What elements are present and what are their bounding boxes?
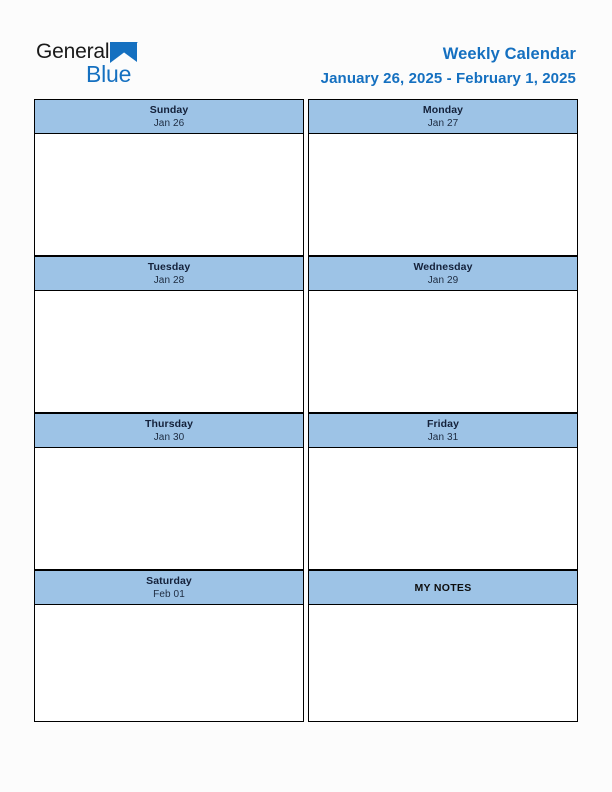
notes-cell[interactable]: MY NOTES [308, 570, 578, 722]
day-cell-saturday[interactable]: Saturday Feb 01 [34, 570, 304, 722]
day-header-friday: Friday Jan 31 [308, 413, 578, 448]
day-body-monday[interactable] [308, 134, 578, 256]
day-name-label: Tuesday [147, 261, 191, 273]
day-body-friday[interactable] [308, 448, 578, 570]
notes-body[interactable] [308, 605, 578, 722]
weekly-calendar-page: General Blue Weekly Calendar January 26,… [0, 0, 612, 792]
day-cell-thursday[interactable]: Thursday Jan 30 [34, 413, 304, 570]
day-header-tuesday: Tuesday Jan 28 [34, 256, 304, 291]
notes-header: MY NOTES [308, 570, 578, 605]
day-cell-monday[interactable]: Monday Jan 27 [308, 99, 578, 256]
day-cell-wednesday[interactable]: Wednesday Jan 29 [308, 256, 578, 413]
notes-label: MY NOTES [414, 581, 472, 594]
logo-text-blue: Blue [86, 61, 132, 87]
calendar-grid: Sunday Jan 26 Monday Jan 27 Tuesday Jan … [34, 99, 578, 722]
day-name-label: Friday [426, 418, 460, 430]
title-block: Weekly Calendar January 26, 2025 - Febru… [321, 44, 576, 89]
day-body-sunday[interactable] [34, 134, 304, 256]
day-cell-friday[interactable]: Friday Jan 31 [308, 413, 578, 570]
day-name-label: Sunday [149, 104, 189, 116]
day-date-label: Jan 27 [427, 118, 459, 129]
day-date-label: Jan 29 [427, 275, 459, 286]
day-body-wednesday[interactable] [308, 291, 578, 413]
calendar-row: Sunday Jan 26 Monday Jan 27 [34, 99, 578, 256]
day-name-label: Monday [422, 104, 464, 116]
page-header: General Blue Weekly Calendar January 26,… [0, 0, 612, 99]
day-header-wednesday: Wednesday Jan 29 [308, 256, 578, 291]
day-header-monday: Monday Jan 27 [308, 99, 578, 134]
day-name-label: Wednesday [413, 261, 473, 273]
day-cell-tuesday[interactable]: Tuesday Jan 28 [34, 256, 304, 413]
day-body-saturday[interactable] [34, 605, 304, 722]
day-header-sunday: Sunday Jan 26 [34, 99, 304, 134]
day-body-thursday[interactable] [34, 448, 304, 570]
day-cell-sunday[interactable]: Sunday Jan 26 [34, 99, 304, 256]
calendar-row: Saturday Feb 01 MY NOTES [34, 570, 578, 722]
calendar-row: Thursday Jan 30 Friday Jan 31 [34, 413, 578, 570]
calendar-row: Tuesday Jan 28 Wednesday Jan 29 [34, 256, 578, 413]
day-date-label: Jan 26 [153, 118, 185, 129]
page-title: Weekly Calendar [442, 45, 576, 63]
day-header-saturday: Saturday Feb 01 [34, 570, 304, 605]
day-name-label: Saturday [146, 575, 192, 587]
logo-triangle-icon [110, 42, 139, 63]
day-name-label: Thursday [144, 418, 194, 430]
day-date-label: Jan 31 [427, 432, 459, 443]
date-range-label: January 26, 2025 - February 1, 2025 [320, 70, 576, 87]
day-body-tuesday[interactable] [34, 291, 304, 413]
day-header-thursday: Thursday Jan 30 [34, 413, 304, 448]
day-date-label: Feb 01 [153, 589, 185, 600]
general-blue-logo: General Blue [36, 40, 216, 92]
day-date-label: Jan 28 [153, 275, 185, 286]
day-date-label: Jan 30 [153, 432, 185, 443]
